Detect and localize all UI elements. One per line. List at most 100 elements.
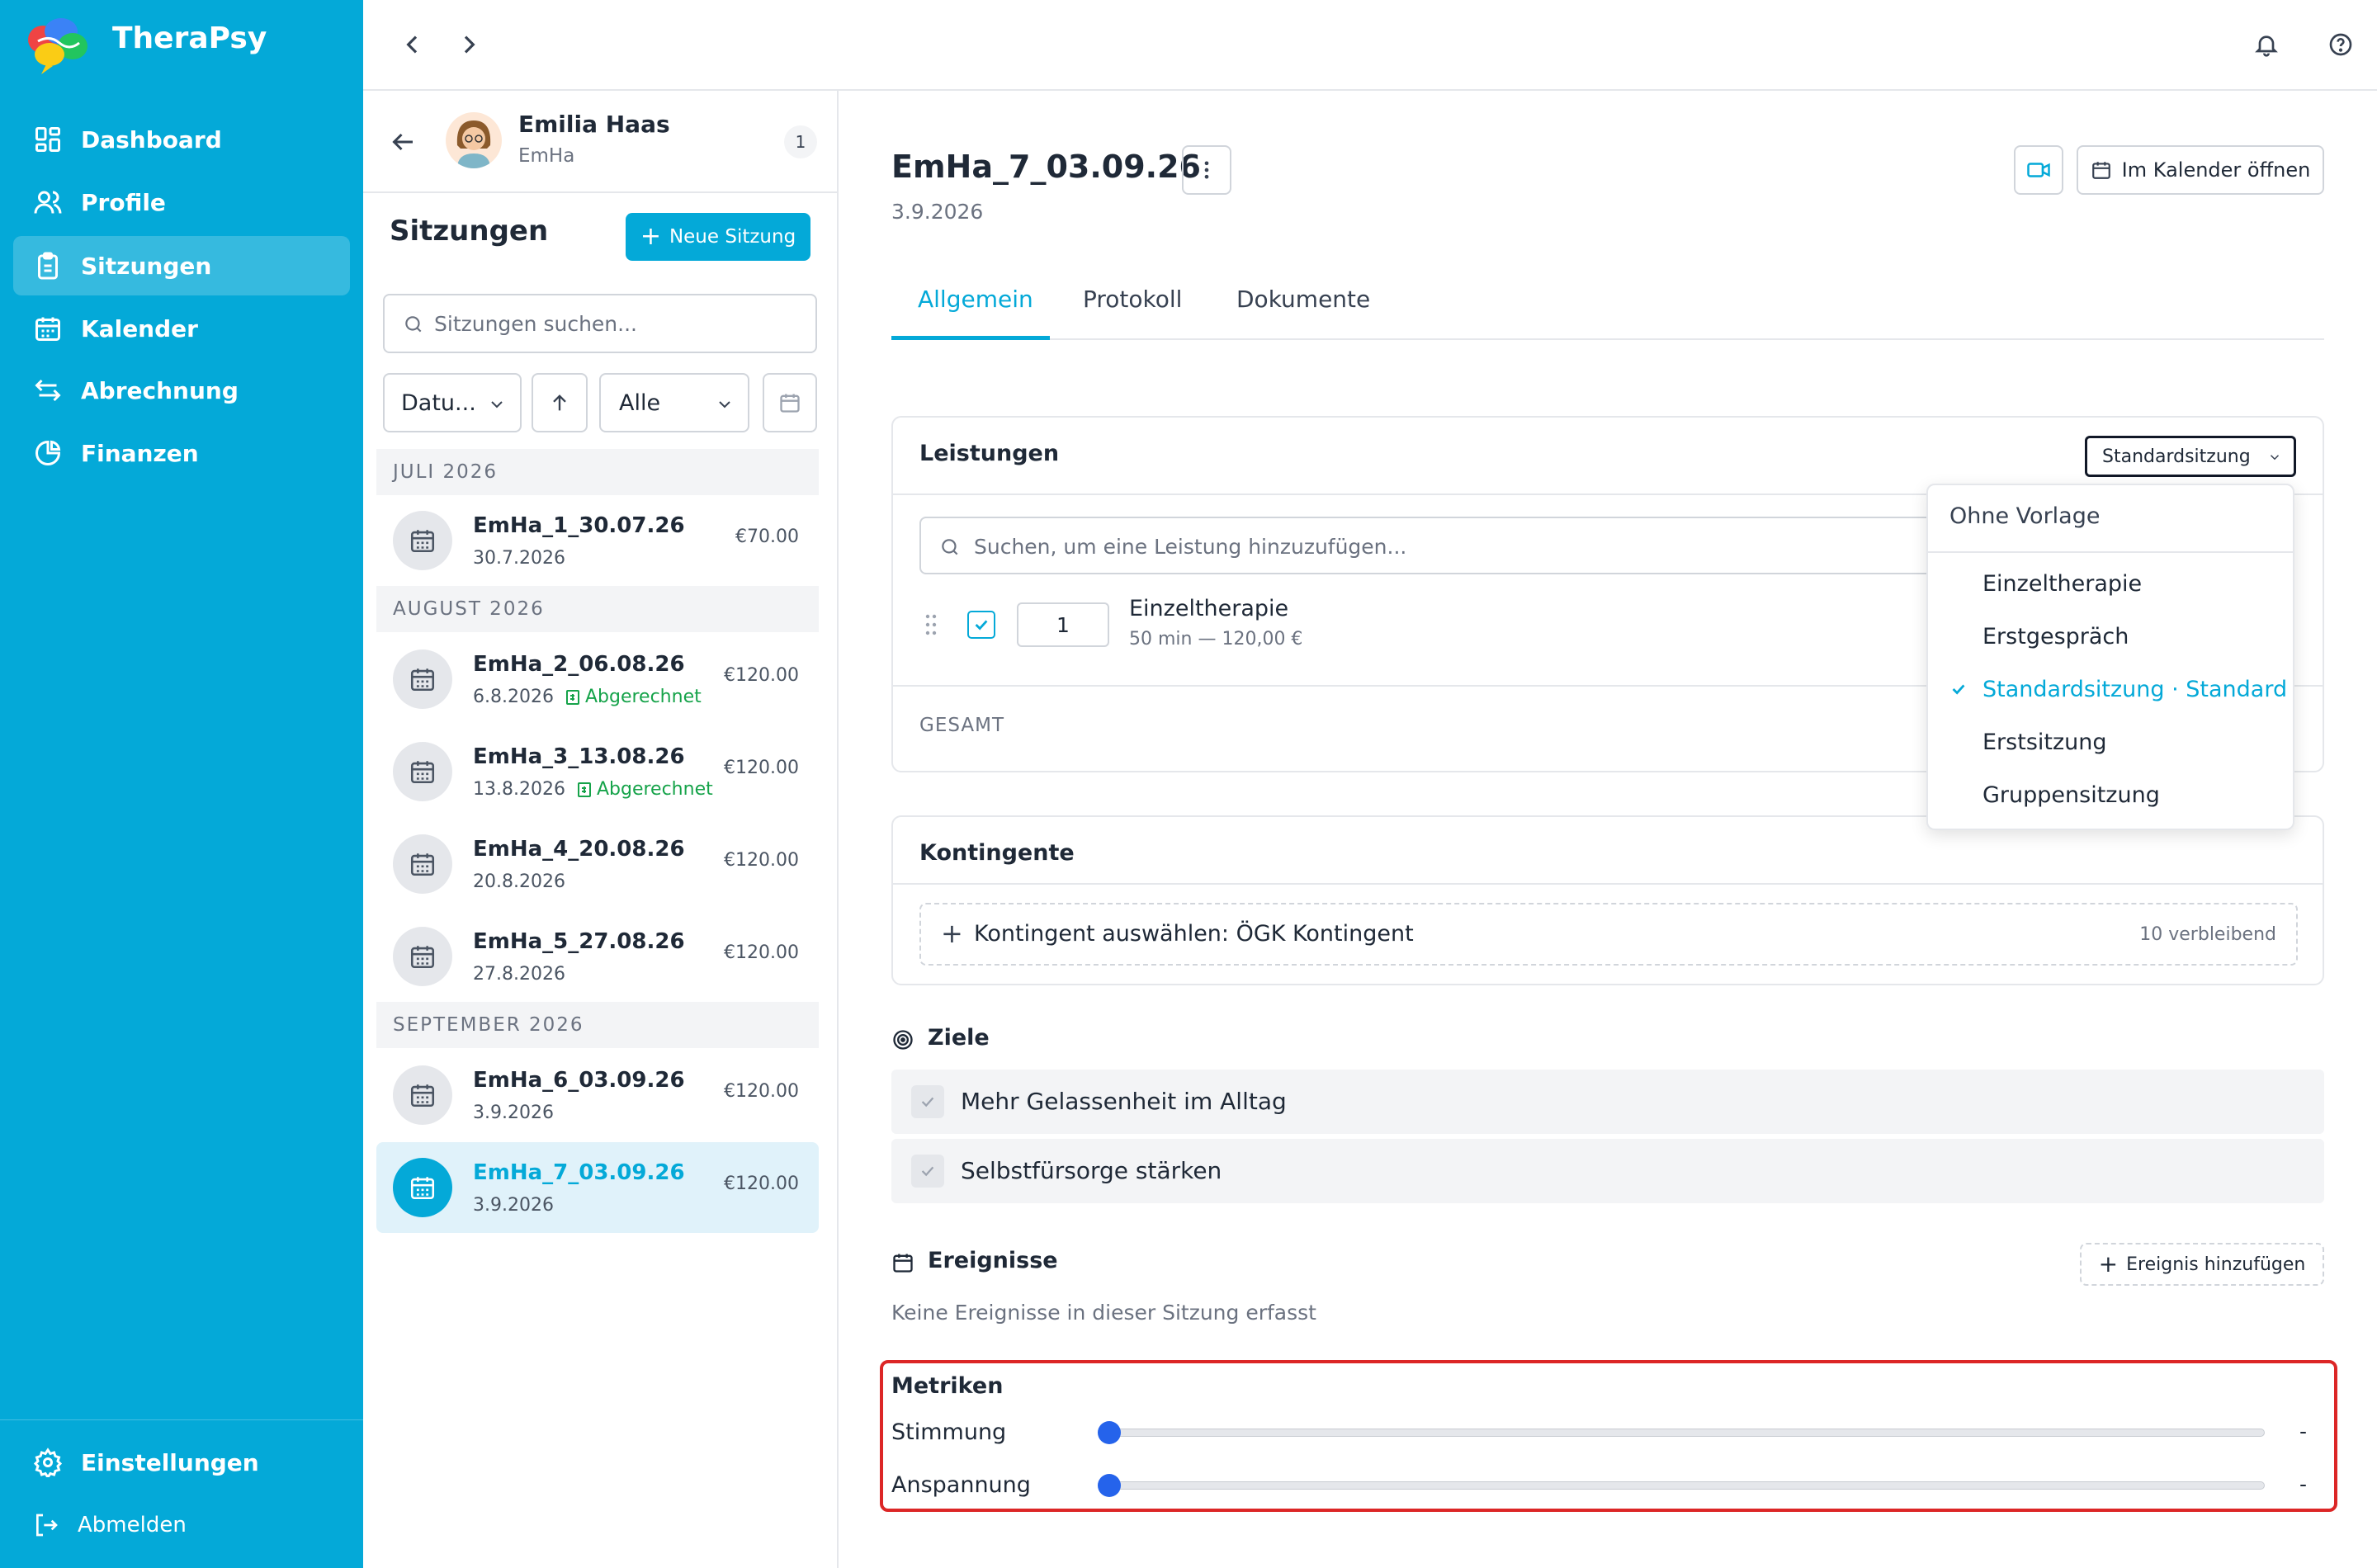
session-price: €120.00	[724, 942, 799, 963]
dropdown-option-erstgespraech[interactable]: Erstgespräch	[1982, 624, 2129, 649]
tab-dokumente[interactable]: Dokumente	[1236, 286, 1370, 313]
session-search-input[interactable]: Sitzungen suchen...	[383, 294, 817, 353]
session-price: €120.00	[724, 1174, 799, 1194]
service-meta: 50 min — 120,00 €	[1129, 629, 1303, 649]
video-icon	[2027, 163, 2050, 177]
session-meta: 3.9.2026	[473, 1195, 554, 1216]
goals-title: Ziele	[928, 1025, 990, 1051]
receipt-icon	[577, 782, 591, 797]
calendar-icon	[393, 1158, 452, 1217]
dropdown-option-standardsitzung[interactable]: Standardsitzung · Standard	[1982, 677, 2287, 702]
add-event-button[interactable]: + Ereignis hinzufügen	[2080, 1243, 2324, 1286]
tabs-divider	[891, 338, 2324, 340]
sidebar-item-sitzungen[interactable]: Sitzungen	[13, 236, 350, 295]
stimmung-slider-thumb[interactable]	[1098, 1421, 1121, 1444]
help-icon[interactable]	[2327, 31, 2354, 58]
check-icon	[921, 1166, 934, 1177]
date-filter-button[interactable]	[763, 373, 817, 432]
sidebar-item-label: Kalender	[81, 314, 198, 342]
service-checkbox[interactable]	[967, 611, 995, 639]
sidebar-item-profile[interactable]: Profile	[13, 172, 350, 232]
divider	[363, 191, 837, 193]
arrow-up-icon	[553, 394, 566, 411]
month-header: AUGUST 2026	[376, 586, 819, 632]
divider	[893, 883, 2323, 885]
users-icon	[34, 191, 62, 214]
sort-select[interactable]: Datu...	[383, 373, 522, 432]
billed-label: Abgerechnet	[584, 687, 702, 707]
session-row[interactable]: EmHa_2_06.08.26 6.8.2026 Abgerechnet €12…	[376, 634, 819, 725]
session-price: €120.00	[724, 1081, 799, 1102]
open-calendar-button[interactable]: Im Kalender öffnen	[2077, 145, 2324, 195]
stimmung-slider-track[interactable]	[1109, 1429, 2265, 1437]
calendar-icon	[393, 742, 452, 801]
template-select[interactable]: Standardsitzung	[2085, 436, 2296, 477]
session-row[interactable]: EmHa_1_30.07.26 30.7.2026 €70.00	[376, 495, 819, 586]
session-row[interactable]: EmHa_5_27.08.26 27.8.2026 €120.00	[376, 911, 819, 1002]
goal-item[interactable]: Selbstfürsorge stärken	[891, 1139, 2324, 1203]
session-date: 20.8.2026	[473, 871, 565, 892]
tab-protokoll[interactable]: Protokoll	[1083, 286, 1182, 313]
calendar-icon	[393, 834, 452, 894]
goal-item[interactable]: Mehr Gelassenheit im Alltag	[891, 1070, 2324, 1134]
anspannung-slider-track[interactable]	[1109, 1481, 2265, 1490]
session-row-active[interactable]: EmHa_7_03.09.26 3.9.2026 €120.00	[376, 1142, 819, 1233]
session-row[interactable]: EmHa_4_20.08.26 20.8.2026 €120.00	[376, 819, 819, 909]
session-title: EmHa_1_30.07.26	[473, 513, 685, 538]
session-row[interactable]: EmHa_3_13.08.26 13.8.2026 Abgerechnet €1…	[376, 726, 819, 817]
contingent-select-button[interactable]: + Kontingent auswählen: ÖGK Kontingent 1…	[919, 903, 2298, 966]
new-session-button[interactable]: + Neue Sitzung	[626, 213, 810, 261]
session-title: EmHa_5_27.08.26	[473, 929, 685, 954]
session-title-heading: EmHa_7_03.09.26	[891, 149, 1201, 185]
service-search-input[interactable]: Suchen, um eine Leistung hinzuzufügen...	[919, 517, 1992, 574]
dots-vertical-icon	[1204, 161, 1209, 179]
dropdown-header[interactable]: Ohne Vorlage	[1949, 503, 2100, 529]
session-row[interactable]: EmHa_6_03.09.26 3.9.2026 €120.00	[376, 1050, 819, 1141]
plus-icon: +	[640, 222, 661, 251]
logout-button[interactable]: Abmelden	[13, 1495, 350, 1555]
video-call-button[interactable]	[2014, 145, 2063, 195]
more-options-button[interactable]	[1182, 145, 1231, 195]
sidebar-item-label: Sitzungen	[81, 252, 212, 280]
settings-label: Einstellungen	[81, 1448, 259, 1476]
metric-label: Anspannung	[891, 1472, 1031, 1498]
back-arrow-icon[interactable]	[388, 127, 418, 157]
sidebar-item-einstellungen[interactable]: Einstellungen	[13, 1433, 350, 1492]
check-icon	[921, 1097, 934, 1108]
session-title: EmHa_3_13.08.26	[473, 744, 685, 769]
pie-chart-icon	[35, 440, 61, 465]
dropdown-option-einzeltherapie[interactable]: Einzeltherapie	[1982, 571, 2142, 597]
sidebar-item-dashboard[interactable]: Dashboard	[13, 110, 350, 169]
dropdown-option-gruppensitzung[interactable]: Gruppensitzung	[1982, 782, 2160, 808]
receipt-icon	[565, 689, 579, 705]
filter-select[interactable]: Alle	[599, 373, 749, 432]
billed-badge: Abgerechnet	[577, 779, 713, 800]
calendar-icon	[393, 511, 452, 570]
search-icon	[405, 316, 422, 333]
sidebar-item-finanzen[interactable]: Finanzen	[13, 423, 350, 483]
search-icon	[942, 539, 958, 555]
sidebar-item-kalender[interactable]: Kalender	[13, 299, 350, 358]
forward-nav-icon[interactable]	[456, 31, 482, 58]
drag-handle-icon[interactable]	[924, 612, 938, 637]
sidebar-item-label: Abrechnung	[81, 376, 239, 404]
tab-allgemein[interactable]: Allgemein	[918, 286, 1033, 313]
goal-checkbox[interactable]	[911, 1155, 944, 1188]
check-icon	[1952, 684, 1965, 695]
session-title: EmHa_7_03.09.26	[473, 1160, 685, 1185]
divider	[1928, 551, 2293, 553]
back-nav-icon[interactable]	[399, 31, 426, 58]
calendar-icon	[393, 927, 452, 986]
sidebar-item-abrechnung[interactable]: Abrechnung	[13, 361, 350, 420]
bell-icon[interactable]	[2253, 31, 2280, 58]
top-bar	[363, 0, 2377, 91]
dropdown-option-erstsitzung[interactable]: Erstsitzung	[1982, 730, 2107, 755]
anspannung-slider-thumb[interactable]	[1098, 1474, 1121, 1497]
app-name: TheraPsy	[112, 21, 267, 55]
goal-checkbox[interactable]	[911, 1085, 944, 1118]
session-price: €120.00	[724, 850, 799, 871]
sort-direction-button[interactable]	[532, 373, 588, 432]
calendar-icon	[35, 317, 60, 341]
service-quantity-input[interactable]: 1	[1017, 602, 1109, 647]
calendar-icon	[393, 649, 452, 709]
